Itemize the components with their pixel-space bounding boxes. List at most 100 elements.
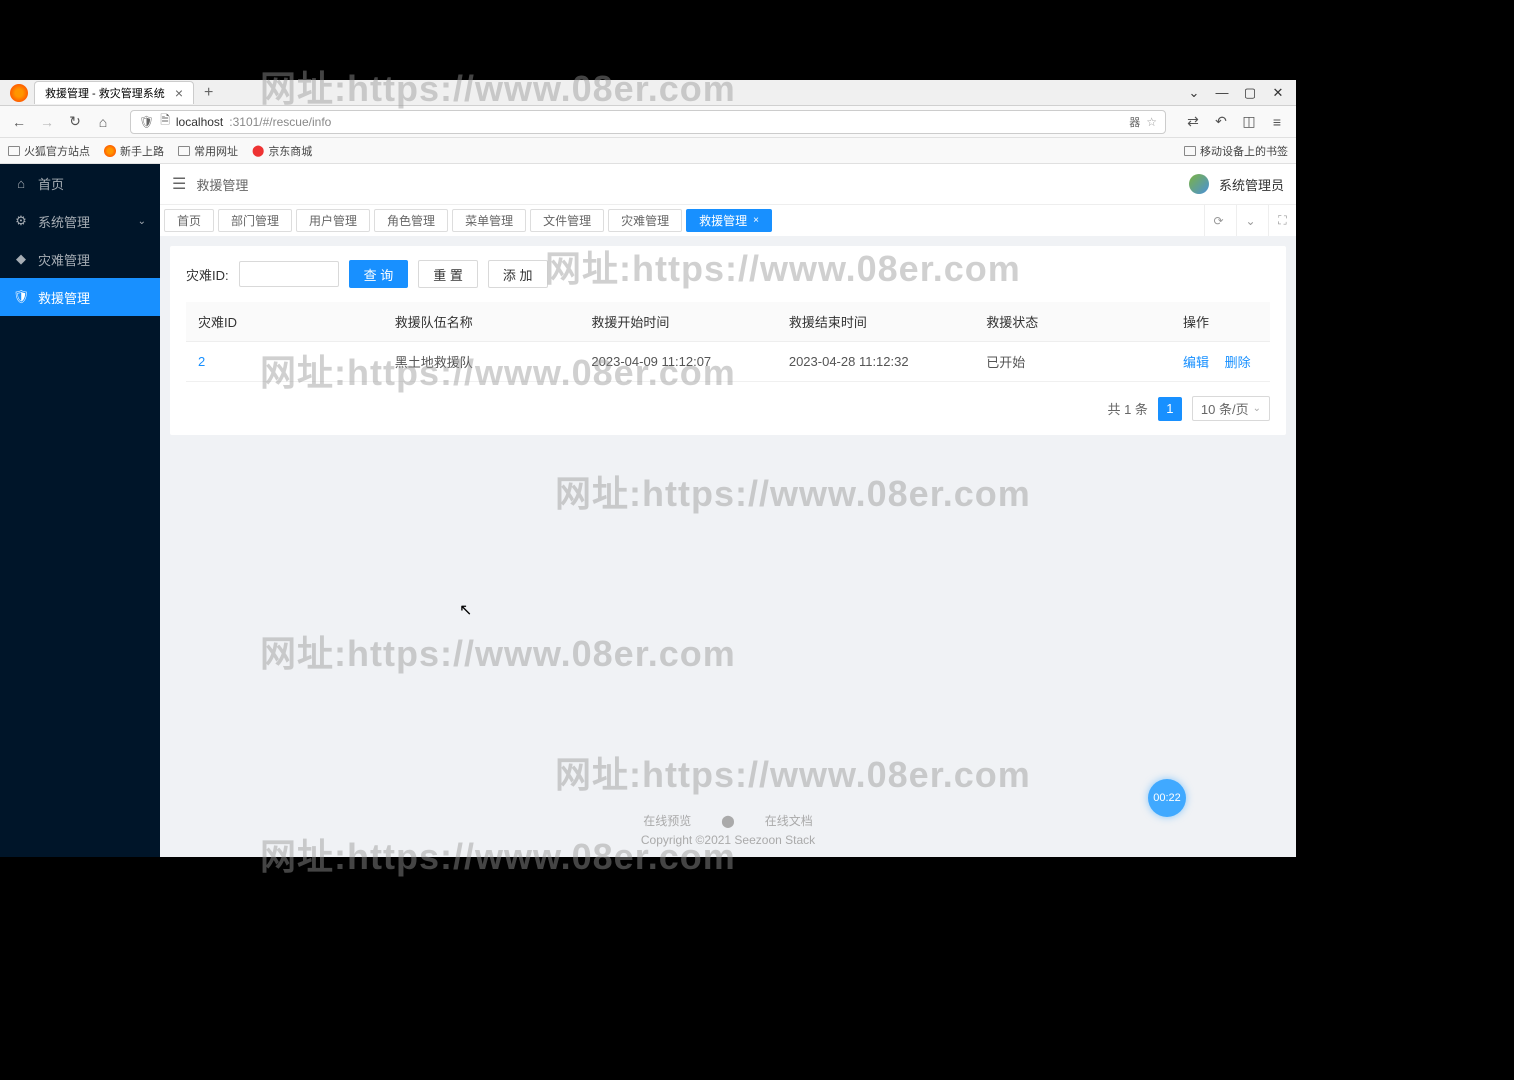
bookmark-star-icon[interactable]: ☆ (1146, 115, 1157, 129)
content-tabs: 首页 部门管理 用户管理 角色管理 菜单管理 文件管理 灾难管理 救援管理× ⟳… (160, 204, 1296, 236)
th-end: 救援结束时间 (777, 302, 974, 342)
sidebar-item-label: 灾难管理 (38, 250, 90, 269)
page-number[interactable]: 1 (1158, 397, 1182, 421)
reset-button[interactable]: 重 置 (418, 260, 478, 288)
tab-user[interactable]: 用户管理 (296, 209, 370, 232)
bookmark-item[interactable]: 新手上路 (104, 143, 164, 159)
back-icon[interactable]: ← (8, 111, 30, 133)
url-host: localhost (176, 115, 223, 129)
sidebar-item-disaster[interactable]: ◆ 灾难管理 (0, 240, 160, 278)
username-label: 系统管理员 (1219, 175, 1284, 194)
reload-icon[interactable]: ↻ (64, 111, 86, 133)
tab-label: 用户管理 (309, 212, 357, 229)
th-id: 灾难ID (186, 302, 383, 342)
firefox-icon (10, 84, 28, 102)
home-icon: ⌂ (14, 176, 28, 190)
data-table: 灾难ID 救援队伍名称 救援开始时间 救援结束时间 救援状态 操作 2 (186, 302, 1270, 382)
th-status: 救援状态 (974, 302, 1171, 342)
delete-link[interactable]: 删除 (1225, 355, 1251, 370)
filter-bar: 灾难ID: 查 询 重 置 添 加 (186, 260, 1270, 288)
bookmark-item[interactable]: ⬤京东商城 (252, 143, 312, 159)
sidebar-item-home[interactable]: ⌂ 首页 (0, 164, 160, 202)
home-icon[interactable]: ⌂ (92, 111, 114, 133)
tab-label: 菜单管理 (465, 212, 513, 229)
row-id-link[interactable]: 2 (198, 354, 205, 369)
app-header: ☰ 救援管理 系统管理员 (160, 164, 1296, 204)
copyright: Copyright ©2021 Seezoon Stack (160, 833, 1296, 847)
table-row: 2 黑土地救援队 2023-04-09 11:12:07 2023-04-28 … (186, 342, 1270, 382)
bookmark-label: 移动设备上的书签 (1200, 143, 1288, 159)
folder-icon (8, 146, 20, 156)
th-start: 救援开始时间 (579, 302, 776, 342)
th-team: 救援队伍名称 (383, 302, 580, 342)
collapse-sidebar-icon[interactable]: ☰ (172, 174, 186, 194)
chevron-down-icon[interactable]: ⌄ (1180, 85, 1208, 101)
sidebar-item-rescue[interactable]: 🛡 救援管理 (0, 278, 160, 316)
tab-disaster[interactable]: 灾难管理 (608, 209, 682, 232)
th-action: 操作 (1171, 302, 1270, 342)
cursor-icon: ↖ (459, 600, 472, 620)
browser-tab[interactable]: 救援管理 - 救灾管理系统 × (34, 81, 194, 104)
page-size-select[interactable]: 10 条/页 ⌄ (1192, 396, 1270, 421)
row-status: 已开始 (974, 342, 1171, 382)
shield-icon: 🛡 (139, 115, 154, 129)
chevron-down-icon: ⌄ (1253, 403, 1261, 414)
browser-navbar: ← → ↻ ⌂ 🛡 🗎 localhost:3101/#/rescue/info… (0, 106, 1296, 138)
tab-refresh-icon[interactable]: ⟳ (1204, 205, 1232, 236)
sidebar-item-system[interactable]: ⚙ 系统管理 ⌄ (0, 202, 160, 240)
tab-home[interactable]: 首页 (164, 209, 214, 232)
sidebar-item-label: 系统管理 (38, 212, 90, 231)
tab-rescue[interactable]: 救援管理× (686, 209, 772, 232)
url-bar[interactable]: 🛡 🗎 localhost:3101/#/rescue/info 器 ☆ (130, 110, 1166, 134)
maximize-icon[interactable]: ▢ (1236, 85, 1264, 101)
bookmark-item[interactable]: 常用网址 (178, 143, 238, 159)
sidebar-item-label: 首页 (38, 174, 64, 193)
edit-link[interactable]: 编辑 (1183, 355, 1209, 370)
undo-icon[interactable]: ↶ (1210, 111, 1232, 133)
warning-icon: ◆ (14, 252, 28, 266)
main-area: ☰ 救援管理 系统管理员 首页 部门管理 用户管理 角色管理 菜单管理 文件管理… (160, 164, 1296, 857)
firefox-icon (104, 145, 116, 157)
extension-icon[interactable]: ⇄ (1182, 111, 1204, 133)
content-area: 灾难ID: 查 询 重 置 添 加 灾难ID 救援队伍名称 救援开始时间 (160, 236, 1296, 802)
tab-role[interactable]: 角色管理 (374, 209, 448, 232)
avatar[interactable] (1189, 174, 1209, 194)
bookmark-label: 京东商城 (268, 143, 312, 159)
footer-link-docs[interactable]: 在线文档 (765, 812, 813, 829)
mobile-bookmarks[interactable]: 移动设备上的书签 (1184, 143, 1288, 159)
new-tab-button[interactable]: + (194, 84, 223, 102)
float-timer-badge[interactable]: 00:22 (1148, 779, 1186, 817)
tab-file[interactable]: 文件管理 (530, 209, 604, 232)
tab-label: 灾难管理 (621, 212, 669, 229)
github-icon[interactable]: ⬤ (721, 814, 734, 828)
close-icon[interactable]: ✕ (1264, 85, 1292, 101)
chevron-down-icon: ⌄ (138, 216, 146, 227)
tab-menu[interactable]: 菜单管理 (452, 209, 526, 232)
table-header-row: 灾难ID 救援队伍名称 救援开始时间 救援结束时间 救援状态 操作 (186, 302, 1270, 342)
reader-icon[interactable]: 器 (1129, 114, 1140, 130)
tab-dept[interactable]: 部门管理 (218, 209, 292, 232)
tab-fullscreen-icon[interactable]: ⛶ (1268, 205, 1296, 236)
close-icon[interactable]: × (753, 215, 759, 226)
bookmark-label: 火狐官方站点 (24, 143, 90, 159)
tab-dropdown-icon[interactable]: ⌄ (1236, 205, 1264, 236)
tab-close-icon[interactable]: × (175, 85, 183, 101)
menu-icon[interactable]: ≡ (1266, 111, 1288, 133)
bookmark-item[interactable]: 火狐官方站点 (8, 143, 90, 159)
disaster-id-input[interactable] (239, 261, 339, 287)
forward-icon[interactable]: → (36, 111, 58, 133)
pocket-icon[interactable]: ◫ (1238, 111, 1260, 133)
breadcrumb: 救援管理 (196, 175, 248, 194)
add-button[interactable]: 添 加 (488, 260, 548, 288)
browser-titlebar: 救援管理 - 救灾管理系统 × + ⌄ — ▢ ✕ (0, 80, 1296, 106)
query-button[interactable]: 查 询 (349, 260, 409, 288)
sidebar: ⌂ 首页 ⚙ 系统管理 ⌄ ◆ 灾难管理 🛡 救援管理 (0, 164, 160, 857)
browser-window: 救援管理 - 救灾管理系统 × + ⌄ — ▢ ✕ ← → ↻ ⌂ 🛡 🗎 lo… (0, 80, 1296, 857)
tab-title: 救援管理 - 救灾管理系统 (45, 85, 165, 101)
page-size-label: 10 条/页 (1201, 399, 1249, 418)
total-count: 共 1 条 (1107, 399, 1147, 418)
app-root: ⌂ 首页 ⚙ 系统管理 ⌄ ◆ 灾难管理 🛡 救援管理 ☰ 救援管理 (0, 164, 1296, 857)
minimize-icon[interactable]: — (1208, 85, 1236, 100)
footer-link-preview[interactable]: 在线预览 (643, 812, 691, 829)
shield-icon: 🛡 (14, 290, 28, 304)
